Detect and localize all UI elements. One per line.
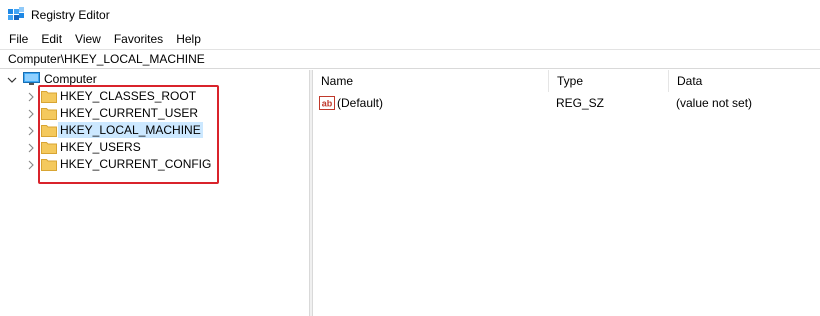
chevron-right-icon[interactable] [26, 92, 36, 102]
chevron-right-icon[interactable] [26, 143, 36, 153]
chevron-down-icon[interactable] [7, 75, 17, 85]
value-data: (value not set) [676, 96, 753, 110]
computer-icon [23, 72, 40, 85]
address-path[interactable]: Computer\HKEY_LOCAL_MACHINE [8, 52, 205, 66]
value-type: REG_SZ [556, 96, 605, 110]
menu-bar: File Edit View Favorites Help [0, 30, 820, 48]
menu-file[interactable]: File [0, 30, 34, 48]
window-title: Registry Editor [31, 8, 110, 22]
string-value-icon: ab [319, 96, 335, 110]
column-header-data[interactable]: Data [669, 70, 820, 92]
menu-edit[interactable]: Edit [34, 30, 68, 48]
value-name[interactable]: (Default) [337, 94, 383, 112]
column-header-name[interactable]: Name [313, 70, 549, 92]
svg-text:ab: ab [322, 99, 333, 109]
address-bar[interactable]: Computer\HKEY_LOCAL_MACHINE [0, 49, 820, 69]
highlight-box [38, 85, 219, 184]
chevron-right-icon[interactable] [26, 126, 36, 136]
chevron-right-icon[interactable] [26, 109, 36, 119]
values-list[interactable]: Name Type Data ab (Default) REG_SZ (valu… [313, 70, 820, 316]
menu-favorites[interactable]: Favorites [107, 30, 169, 48]
registry-editor-icon [8, 7, 24, 20]
menu-help[interactable]: Help [169, 30, 207, 48]
column-header-type[interactable]: Type [549, 70, 669, 92]
menu-view[interactable]: View [68, 30, 107, 48]
chevron-right-icon[interactable] [26, 160, 36, 170]
title-bar: Registry Editor [0, 0, 820, 30]
table-row[interactable]: ab (Default) REG_SZ (value not set) [313, 94, 820, 112]
